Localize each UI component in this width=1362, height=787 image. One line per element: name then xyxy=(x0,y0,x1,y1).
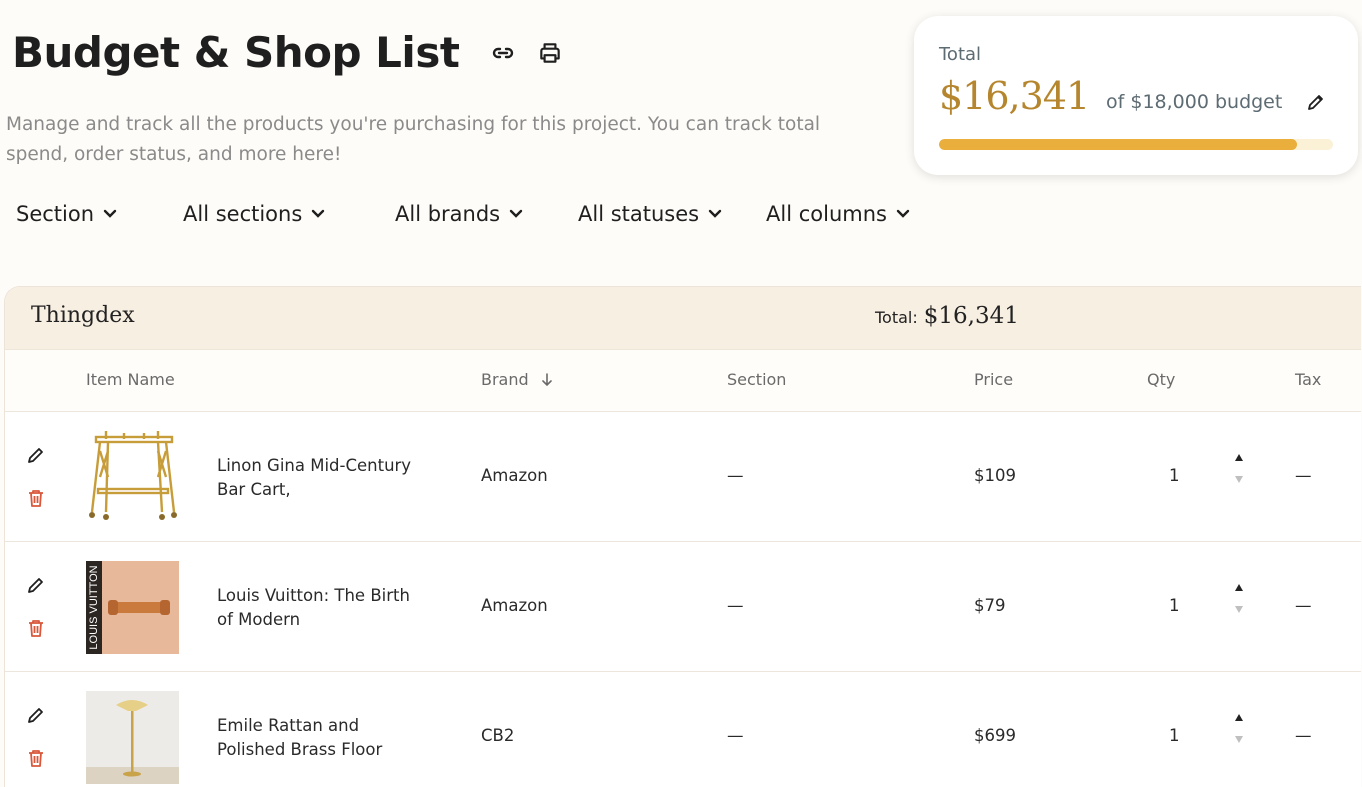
items-table: Thingdex Total: $16,341 Item Name Brand … xyxy=(4,286,1361,787)
product-image[interactable]: LOUIS VUITTON xyxy=(86,561,179,654)
pencil-icon[interactable] xyxy=(26,445,46,469)
item-brand: CB2 xyxy=(481,726,515,745)
table-row: Linon Gina Mid-Century Bar Cart, Amazon … xyxy=(5,412,1361,542)
filter-label: All columns xyxy=(766,202,887,226)
caret-down-icon[interactable] xyxy=(1235,476,1243,483)
item-qty[interactable]: 1 xyxy=(1169,596,1180,615)
chevron-down-icon xyxy=(896,209,910,218)
item-brand: Amazon xyxy=(481,596,548,615)
pencil-icon[interactable] xyxy=(26,705,46,729)
caret-down-icon[interactable] xyxy=(1235,606,1243,613)
group-total-value: $16,341 xyxy=(923,303,1019,329)
item-section[interactable]: — xyxy=(727,726,744,745)
item-tax: — xyxy=(1295,726,1312,745)
column-header-brand[interactable]: Brand xyxy=(481,370,553,389)
product-image[interactable] xyxy=(86,431,179,524)
page-title: Budget & Shop List xyxy=(12,28,460,77)
column-header-item-name[interactable]: Item Name xyxy=(86,370,175,389)
group-total-label: Total: xyxy=(875,308,918,327)
budget-label: Total xyxy=(939,44,982,65)
quantity-stepper[interactable] xyxy=(1233,452,1247,484)
trash-icon[interactable] xyxy=(27,618,45,642)
group-header: Thingdex Total: $16,341 xyxy=(5,287,1361,350)
filter-label: All statuses xyxy=(578,202,700,226)
pencil-icon[interactable] xyxy=(26,575,46,599)
table-row: LOUIS VUITTON Louis Vuitton: The Birth o… xyxy=(5,542,1361,672)
page-description: Manage and track all the products you're… xyxy=(6,114,821,165)
item-price: $109 xyxy=(974,466,1016,485)
caret-up-icon[interactable] xyxy=(1235,454,1243,461)
chevron-down-icon xyxy=(103,209,117,218)
quantity-stepper[interactable] xyxy=(1233,582,1247,614)
column-header-qty[interactable]: Qty xyxy=(1147,370,1175,389)
filter-label: All brands xyxy=(395,202,501,226)
item-tax: — xyxy=(1295,596,1312,615)
item-price: $79 xyxy=(974,596,1006,615)
product-image[interactable] xyxy=(86,691,179,784)
section-group-dropdown[interactable]: Section xyxy=(16,202,183,226)
pencil-icon[interactable] xyxy=(1306,92,1326,116)
trash-icon[interactable] xyxy=(27,748,45,772)
item-qty[interactable]: 1 xyxy=(1169,726,1180,745)
item-section[interactable]: — xyxy=(727,596,744,615)
item-tax: — xyxy=(1295,466,1312,485)
budget-card: Total $16,341 of $18,000 budget xyxy=(914,16,1358,175)
caret-up-icon[interactable] xyxy=(1235,714,1243,721)
table-row: Emile Rattan and Polished Brass Floor CB… xyxy=(5,672,1361,787)
item-price: $699 xyxy=(974,726,1016,745)
column-header-section[interactable]: Section xyxy=(727,370,786,389)
filter-bar: Section All sections All brands All stat… xyxy=(16,202,910,226)
columns-filter-dropdown[interactable]: All columns xyxy=(766,202,910,226)
item-name[interactable]: Linon Gina Mid-Century Bar Cart, xyxy=(217,454,417,502)
column-header-price[interactable]: Price xyxy=(974,370,1013,389)
column-header-brand-label: Brand xyxy=(481,370,529,389)
item-brand: Amazon xyxy=(481,466,548,485)
budget-progress-bar xyxy=(939,139,1333,150)
book-spine-text: LOUIS VUITTON xyxy=(88,565,100,650)
arrow-down-icon xyxy=(541,372,552,386)
group-name: Thingdex xyxy=(31,303,135,328)
brands-filter-dropdown[interactable]: All brands xyxy=(395,202,578,226)
group-total: Total: $16,341 xyxy=(875,303,1019,329)
column-header-tax[interactable]: Tax xyxy=(1295,370,1321,389)
caret-down-icon[interactable] xyxy=(1235,736,1243,743)
item-name[interactable]: Emile Rattan and Polished Brass Floor xyxy=(217,714,417,762)
chevron-down-icon xyxy=(312,209,325,218)
printer-icon[interactable] xyxy=(537,40,563,66)
sections-filter-dropdown[interactable]: All sections xyxy=(183,202,395,226)
budget-total-amount: $16,341 xyxy=(939,74,1090,118)
chevron-down-icon xyxy=(708,209,722,218)
quantity-stepper[interactable] xyxy=(1233,712,1247,744)
budget-limit-text: of $18,000 budget xyxy=(1106,91,1283,113)
item-qty[interactable]: 1 xyxy=(1169,466,1180,485)
filter-label: All sections xyxy=(183,202,303,226)
title-row: Budget & Shop List xyxy=(12,28,563,77)
budget-progress-fill xyxy=(939,139,1297,150)
caret-up-icon[interactable] xyxy=(1235,584,1243,591)
item-name[interactable]: Louis Vuitton: The Birth of Modern xyxy=(217,584,417,632)
item-section[interactable]: — xyxy=(727,466,744,485)
statuses-filter-dropdown[interactable]: All statuses xyxy=(578,202,766,226)
trash-icon[interactable] xyxy=(27,488,45,512)
link-icon[interactable] xyxy=(491,41,515,65)
column-header-row: Item Name Brand Section Price Qty Tax xyxy=(5,350,1361,412)
chevron-down-icon xyxy=(509,209,523,218)
filter-label: Section xyxy=(16,202,95,226)
